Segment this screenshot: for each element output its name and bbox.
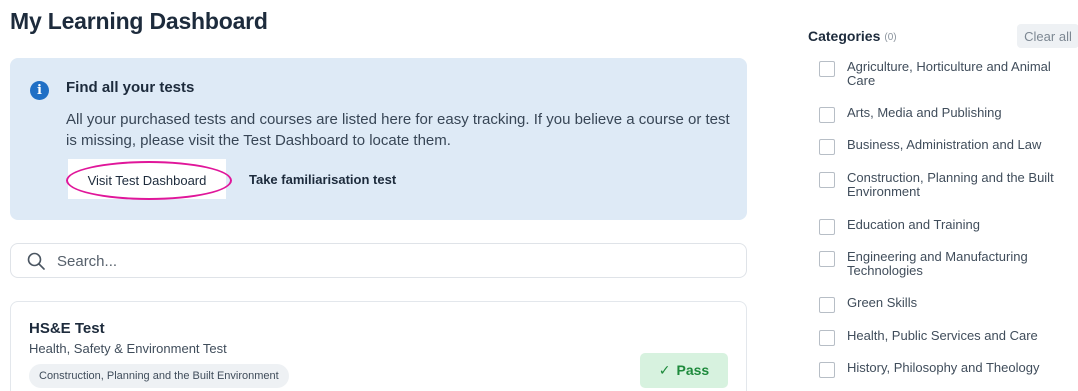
- category-checkbox[interactable]: [819, 330, 835, 346]
- category-item[interactable]: Health, Public Services and Care: [819, 329, 1077, 346]
- info-title: Find all your tests: [66, 79, 195, 96]
- category-item[interactable]: Education and Training: [819, 218, 1077, 235]
- category-item[interactable]: Agriculture, Horticulture and Animal Car…: [819, 60, 1077, 88]
- info-text: All your purchased tests and courses are…: [66, 111, 730, 149]
- categories-title: Categories: [808, 28, 881, 44]
- category-label: Construction, Planning and the Built Env…: [847, 170, 1054, 199]
- status-badge: ✓ Pass: [640, 353, 728, 388]
- category-label: Education and Training: [847, 217, 980, 232]
- take-familiarisation-test-link[interactable]: Take familiarisation test: [249, 172, 396, 187]
- category-item[interactable]: History, Philosophy and Theology: [819, 361, 1077, 378]
- category-label: History, Philosophy and Theology: [847, 360, 1040, 375]
- course-card[interactable]: HS&E Test Health, Safety & Environment T…: [10, 301, 747, 391]
- category-item[interactable]: Construction, Planning and the Built Env…: [819, 171, 1077, 199]
- category-label: Health, Public Services and Care: [847, 328, 1038, 343]
- search-bar: [10, 243, 747, 278]
- categories-count: (0): [884, 32, 897, 43]
- search-input[interactable]: [57, 250, 717, 272]
- category-checkbox[interactable]: [819, 139, 835, 155]
- category-checkbox[interactable]: [819, 172, 835, 188]
- category-label: Green Skills: [847, 295, 918, 310]
- category-checkbox[interactable]: [819, 297, 835, 313]
- category-checkbox[interactable]: [819, 61, 835, 77]
- status-label: Pass: [676, 362, 710, 378]
- category-label: Arts, Media and Publishing: [847, 105, 1002, 120]
- category-checkbox[interactable]: [819, 107, 835, 123]
- info-banner: i Find all your tests All your purchased…: [10, 58, 747, 220]
- page-title: My Learning Dashboard: [10, 8, 268, 34]
- course-category-tag: Construction, Planning and the Built Env…: [29, 364, 289, 388]
- info-icon: i: [30, 81, 49, 100]
- category-item[interactable]: Green Skills: [819, 296, 1077, 313]
- check-icon: ✓: [658, 362, 671, 378]
- category-label: Business, Administration and Law: [847, 137, 1042, 152]
- category-item[interactable]: Arts, Media and Publishing: [819, 106, 1077, 123]
- course-subtitle: Health, Safety & Environment Test: [29, 341, 227, 356]
- category-checkbox[interactable]: [819, 362, 835, 378]
- category-label: Engineering and Manufacturing Technologi…: [847, 249, 1028, 278]
- search-icon: [27, 252, 45, 270]
- visit-test-dashboard-label: Visit Test Dashboard: [87, 172, 207, 188]
- category-item[interactable]: Engineering and Manufacturing Technologi…: [819, 250, 1077, 278]
- course-title: HS&E Test: [29, 320, 105, 337]
- category-checkbox[interactable]: [819, 219, 835, 235]
- categories-heading: Categories (0): [808, 28, 897, 44]
- category-checkbox[interactable]: [819, 251, 835, 267]
- visit-test-dashboard-button[interactable]: Visit Test Dashboard: [68, 159, 226, 199]
- clear-all-button[interactable]: Clear all: [1017, 24, 1078, 48]
- category-item[interactable]: Business, Administration and Law: [819, 138, 1077, 155]
- category-label: Agriculture, Horticulture and Animal Car…: [847, 59, 1051, 88]
